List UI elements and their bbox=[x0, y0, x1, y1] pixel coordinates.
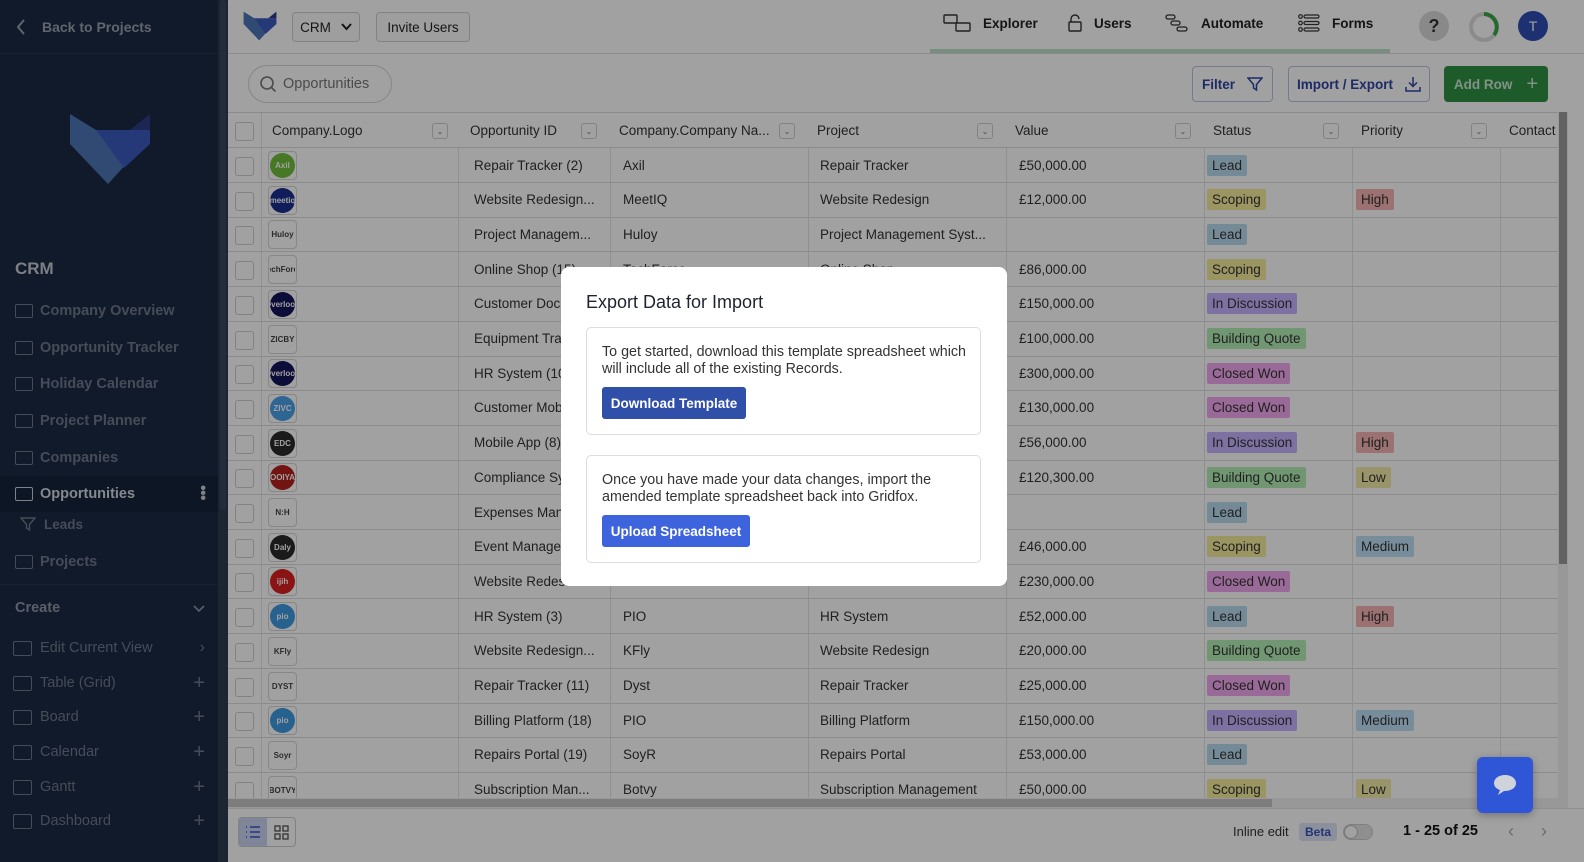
upload-step-panel: Once you have made your data changes, im… bbox=[586, 455, 981, 563]
chat-support-button[interactable] bbox=[1477, 757, 1533, 813]
download-step-text: To get started, download this template s… bbox=[602, 344, 966, 377]
download-template-button[interactable]: Download Template bbox=[602, 387, 746, 419]
chat-bubble-icon bbox=[1494, 775, 1516, 795]
upload-spreadsheet-label: Upload Spreadsheet bbox=[610, 523, 742, 539]
app-root: Back to Projects CRM Company Overview Op… bbox=[0, 0, 1584, 862]
upload-spreadsheet-button[interactable]: Upload Spreadsheet bbox=[602, 515, 750, 547]
download-template-label: Download Template bbox=[610, 395, 738, 411]
modal-title: Export Data for Import bbox=[586, 292, 764, 312]
upload-step-text: Once you have made your data changes, im… bbox=[602, 472, 932, 505]
export-import-modal: Export Data for Import To get started, d… bbox=[561, 267, 1007, 586]
download-step-panel: To get started, download this template s… bbox=[586, 327, 981, 435]
